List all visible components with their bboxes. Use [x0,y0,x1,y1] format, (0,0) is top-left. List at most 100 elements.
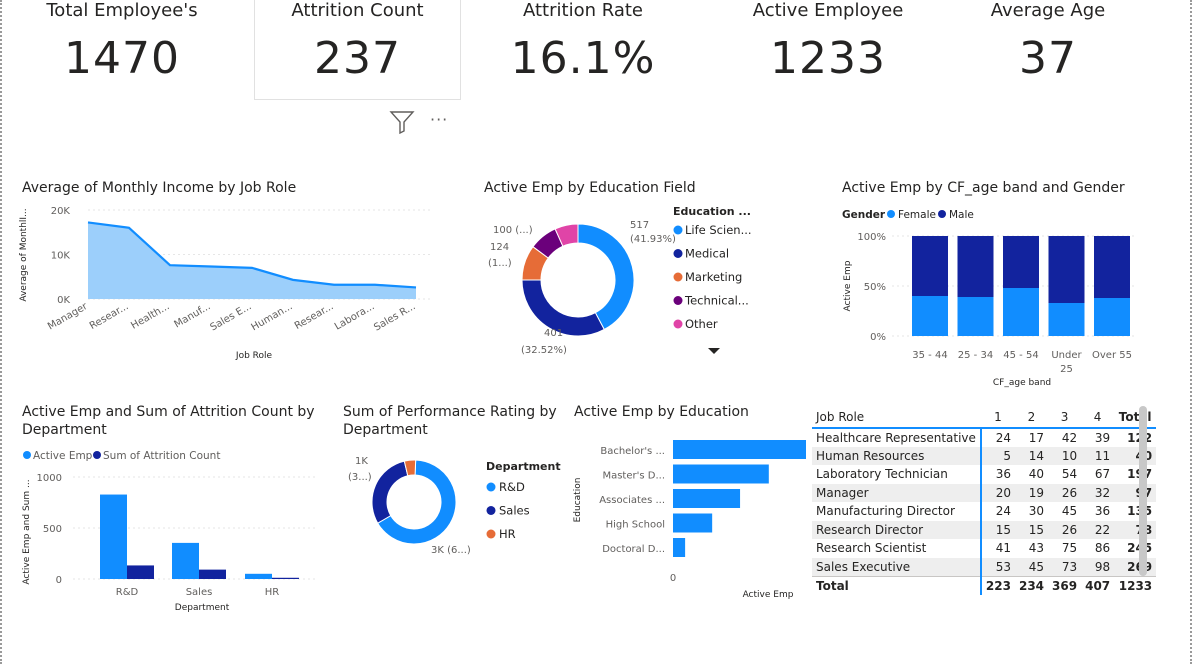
matrix-row-label: Research Director [812,520,982,539]
bar-attrition [127,565,154,579]
kpi-value: 1470 [64,33,180,84]
matrix-cell: 135 [1114,502,1156,521]
bar-female [957,297,994,336]
matrix-scrollbar[interactable] [1139,406,1147,576]
x-tick-label: Sales [186,587,213,598]
legend-marker [887,210,895,218]
matrix-row-label: Laboratory Technician [812,465,982,484]
legend-marker [673,272,683,282]
legend-label: Female [898,209,936,221]
kpi-attrition-rate[interactable]: Attrition Rate 16.1% [478,0,688,100]
matrix-cell: 234 [1014,575,1049,595]
y-axis-title: Active Emp [843,260,853,311]
matrix-row-label: Human Resources [812,446,982,465]
x-tick-label: Human... [250,301,295,333]
matrix-cell: 30 [1028,504,1045,519]
matrix-cell: 15 [1014,520,1049,539]
matrix-header-col[interactable]: 3 [1048,406,1082,429]
matrix-header-col[interactable]: 1 [980,406,1015,429]
slice-label-sales-value: 1K [355,456,368,467]
slice-label-life-value: 517 [630,220,649,231]
kpi-value: 16.1% [510,33,656,84]
matrix-cell: 245 [1114,539,1156,558]
matrix-cell: 97 [1114,483,1157,502]
bar-female [912,296,948,336]
matrix-row-label: Research Scientist [812,539,982,558]
education-field-donut-chart[interactable]: 517 (41.93%) 401 (32.52%) 124 (1...) 100 (...)… [478,200,818,365]
bar-female [1094,298,1130,336]
table-row[interactable]: Research Director1515262278 [812,520,1157,539]
kpi-average-age[interactable]: Average Age 37 [943,0,1153,100]
bar-education [673,513,713,533]
table-row[interactable]: Human Resources514101140 [812,446,1157,465]
matrix-cell: 43 [1028,541,1045,556]
more-options-icon[interactable]: ··· [430,110,456,130]
slice-label-medical-pct: (32.52%) [521,345,567,356]
matrix-cell: 1233 [1114,575,1157,595]
matrix-cell: 10 [1048,446,1082,465]
bar-active-emp [100,494,127,579]
slice-label-marketing-pct: (1...) [488,258,512,269]
perf-chart-title-line2: Department [343,422,428,438]
department-clustered-chart[interactable]: Active Emp Sum of Attrition Count 1000 500 0… [18,444,328,616]
kpi-value: 1233 [770,33,886,84]
legend-marker [23,451,31,459]
bar-active-emp [172,542,199,579]
matrix-cell: 197 [1114,465,1156,484]
education-chart-title: Active Emp by Education [574,404,749,420]
x-tick-label: Resear... [293,301,336,332]
income-chart-title: Average of Monthly Income by Job Role [22,180,297,196]
x-tick-label-line2: 25 [1060,364,1073,375]
slice-label-technical: 100 (...) [493,225,533,236]
table-row[interactable]: Manufacturing Director 24 30 45 36135 [812,502,1156,521]
filter-icon[interactable] [389,110,415,135]
table-row[interactable]: Research Scientist 41 43 75 86245 [812,539,1156,558]
y-tick-label: Doctoral D... [602,544,665,555]
kpi-total-employees[interactable]: Total Employee's 1470 [17,0,227,100]
x-tick-label: Sales R... [372,301,417,333]
matrix-total-row[interactable]: Total 223 234 369 407 1233 [812,575,1157,595]
matrix-header-col[interactable]: Total [1114,406,1157,429]
legend-title: Education ... [673,205,751,218]
table-row[interactable]: Sales Executive53457398269 [812,557,1157,576]
performance-donut-chart[interactable]: 1K (3...) 3K (6...) Department R&D Sales HR [338,444,570,564]
x-axis-title: Job Role [235,351,273,361]
age-gender-stacked-chart[interactable]: Gender Female Male 100% 50% 0% 35 - 44 25 - 34 4… [838,200,1138,390]
x-axis-title: Department [175,603,230,613]
kpi-active-employee[interactable]: Active Employee 1233 [723,0,933,100]
matrix-row-label: Manufacturing Director [812,502,982,521]
legend-label: Medical [685,247,729,261]
legend-label: Active Emp [33,450,93,462]
kpi-attrition-count[interactable]: Attrition Count 237 [254,0,461,100]
bar-male [1003,236,1039,288]
donut-slice-sales [371,460,409,524]
matrix-cell: 5 [980,446,1015,465]
y-tick-label: 20K [51,206,71,217]
bar-education [673,489,741,508]
legend-label: HR [499,527,516,541]
x-tick-label: Resear... [88,301,131,332]
slice-label-medical-value: 401 [544,328,563,339]
y-tick-label: 0% [870,332,886,343]
matrix-cell: 75 [1061,541,1078,556]
table-row[interactable]: Healthcare Representative 24 17 42 39122 [812,428,1156,447]
job-role-matrix[interactable]: Job Role 1 2 3 4 Total Healthcare Representat… [812,406,1157,595]
legend-label: R&D [499,480,525,494]
matrix-cell: 53 [980,557,1015,576]
matrix-header-col[interactable]: 4 [1081,406,1115,429]
matrix-cell: 17 [1028,430,1045,445]
legend-marker [673,296,683,305]
bar-male [957,236,994,297]
matrix-header-col[interactable]: 2 [1014,406,1049,429]
education-bar-chart[interactable]: Bachelor's ... Master's D... Associates ..… [568,430,810,602]
legend-label: Technical... [684,294,749,308]
matrix-row-label: Sales Executive [812,557,982,576]
matrix-header-job-role[interactable]: Job Role [812,406,981,429]
income-area-chart[interactable]: 20K10K0KManagerResear...Health... Manuf..… [18,200,438,370]
matrix-cell: 26 [1048,520,1082,539]
kpi-title: Attrition Count [291,0,424,21]
slice-label-marketing-value: 124 [490,242,509,253]
table-row[interactable]: Manager2019263297 [812,483,1157,502]
x-tick-label: HR [265,587,280,598]
table-row[interactable]: Laboratory Technician 36 40 54 67197 [812,465,1156,484]
